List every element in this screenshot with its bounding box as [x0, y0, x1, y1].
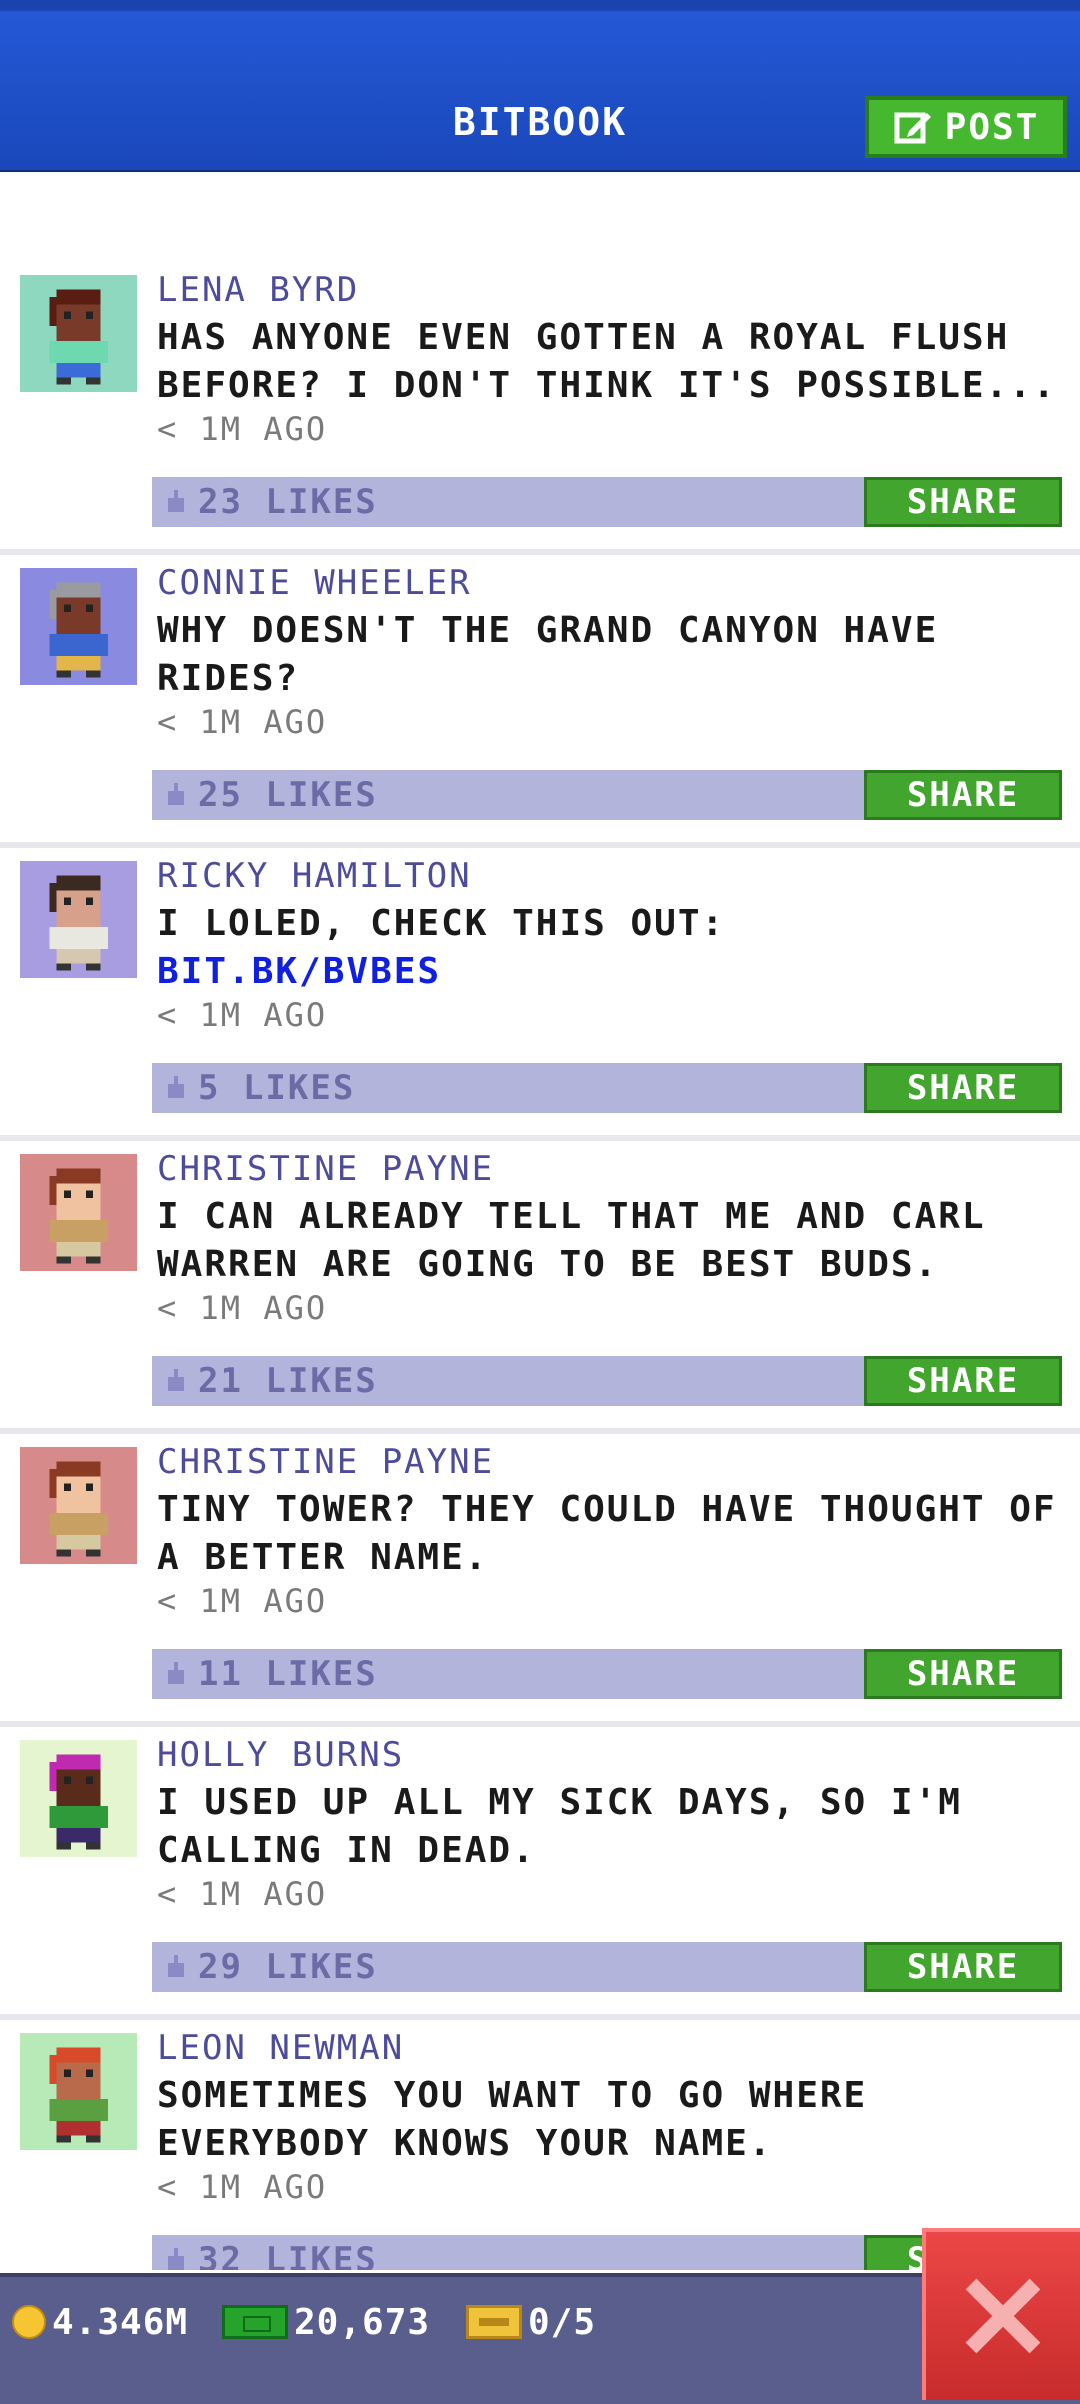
post-time: < 1M AGO	[157, 1289, 328, 1327]
likes-bar: 29 LIKES SHARE	[152, 1942, 1062, 1992]
likes-bar: 11 LIKES SHARE	[152, 1649, 1062, 1699]
thumbs-up-icon	[168, 490, 184, 512]
avatar[interactable]	[20, 1740, 137, 1857]
bux-stat: 20,673	[222, 2277, 430, 2367]
share-button[interactable]: SHARE	[864, 1063, 1062, 1113]
post-text: WHY DOESN'T THE GRAND CANYON HAVE RIDES?	[157, 610, 939, 699]
share-button[interactable]: SHARE	[864, 1942, 1062, 1992]
likes-label: 11 LIKES	[198, 1654, 378, 1694]
status-bar: 4.346M 20,673 0/5	[0, 2273, 1080, 2404]
thumbs-up-icon	[168, 2248, 184, 2270]
share-button[interactable]: SHARE	[864, 770, 1062, 820]
post-message: HAS ANYONE EVEN GOTTEN A ROYAL FLUSH BEF…	[157, 314, 1057, 410]
person-avatar-icon	[20, 1447, 137, 1564]
coin-icon	[12, 2305, 46, 2339]
thumbs-up-icon	[168, 1955, 184, 1977]
post-text: HAS ANYONE EVEN GOTTEN A ROYAL FLUSH BEF…	[157, 317, 1057, 406]
post-message: SOMETIMES YOU WANT TO GO WHERE EVERYBODY…	[157, 2072, 1057, 2168]
thumbs-up-icon	[168, 1369, 184, 1391]
poster-name[interactable]: CHRISTINE PAYNE	[157, 1442, 494, 1482]
likes-label: 32 LIKES	[198, 2240, 378, 2270]
post-divider	[0, 1721, 1080, 1727]
avatar[interactable]	[20, 568, 137, 685]
tickets-stat: 0/5	[466, 2277, 596, 2367]
post-time: < 1M AGO	[157, 410, 328, 448]
ticket-icon	[466, 2305, 522, 2339]
likes-count[interactable]: 29 LIKES	[164, 1942, 378, 1992]
avatar[interactable]	[20, 275, 137, 392]
post-message: I LOLED, CHECK THIS OUT: BIT.BK/BVBES	[157, 900, 1057, 996]
avatar[interactable]	[20, 1154, 137, 1271]
cash-icon	[222, 2305, 288, 2339]
post-time: < 1M AGO	[157, 703, 328, 741]
post-divider	[0, 2014, 1080, 2020]
poster-name[interactable]: CONNIE WHEELER	[157, 563, 472, 603]
post-divider	[0, 842, 1080, 848]
post-message: WHY DOESN'T THE GRAND CANYON HAVE RIDES?	[157, 607, 1057, 703]
likes-bar: 23 LIKES SHARE	[152, 477, 1062, 527]
post-divider	[0, 1135, 1080, 1141]
post-message: I CAN ALREADY TELL THAT ME AND CARL WARR…	[157, 1193, 1057, 1289]
likes-count[interactable]: 32 LIKES	[164, 2235, 378, 2270]
person-avatar-icon	[20, 861, 137, 978]
edit-icon	[894, 112, 931, 144]
avatar[interactable]	[20, 1447, 137, 1564]
share-button[interactable]: SHARE	[864, 1356, 1062, 1406]
thumbs-up-icon	[168, 783, 184, 805]
avatar[interactable]	[20, 861, 137, 978]
post-text: I USED UP ALL MY SICK DAYS, SO I'M CALLI…	[157, 1782, 962, 1871]
coins-value: 4.346M	[52, 2301, 189, 2343]
likes-count[interactable]: 11 LIKES	[164, 1649, 378, 1699]
person-avatar-icon	[20, 568, 137, 685]
likes-count[interactable]: 23 LIKES	[164, 477, 378, 527]
post-time: < 1M AGO	[157, 1875, 328, 1913]
post-text: TINY TOWER? THEY COULD HAVE THOUGHT OF A…	[157, 1489, 1057, 1578]
post-divider	[0, 549, 1080, 555]
post-text: I CAN ALREADY TELL THAT ME AND CARL WARR…	[157, 1196, 986, 1285]
poster-name[interactable]: CHRISTINE PAYNE	[157, 1149, 494, 1189]
thumbs-up-icon	[168, 1662, 184, 1684]
poster-name[interactable]: LEON NEWMAN	[157, 2028, 404, 2068]
likes-bar: 21 LIKES SHARE	[152, 1356, 1062, 1406]
post-message: I USED UP ALL MY SICK DAYS, SO I'M CALLI…	[157, 1779, 1057, 1875]
post-time: < 1M AGO	[157, 996, 328, 1034]
likes-label: 29 LIKES	[198, 1947, 378, 1987]
person-avatar-icon	[20, 1740, 137, 1857]
post-message: TINY TOWER? THEY COULD HAVE THOUGHT OF A…	[157, 1486, 1057, 1582]
person-avatar-icon	[20, 1154, 137, 1271]
post-time: < 1M AGO	[157, 1582, 328, 1620]
likes-label: 21 LIKES	[198, 1361, 378, 1401]
likes-count[interactable]: 25 LIKES	[164, 770, 378, 820]
likes-label: 25 LIKES	[198, 775, 378, 815]
likes-label: 23 LIKES	[198, 482, 378, 522]
bux-value: 20,673	[294, 2301, 431, 2343]
tickets-value: 0/5	[528, 2301, 597, 2343]
likes-count[interactable]: 21 LIKES	[164, 1356, 378, 1406]
coins-stat: 4.346M	[12, 2277, 188, 2367]
person-avatar-icon	[20, 2033, 137, 2150]
share-button[interactable]: SHARE	[864, 477, 1062, 527]
post-button[interactable]: POST	[865, 96, 1067, 158]
post-link[interactable]: BIT.BK/BVBES	[157, 951, 441, 992]
poster-name[interactable]: HOLLY BURNS	[157, 1735, 404, 1775]
post-divider	[0, 1428, 1080, 1434]
share-button[interactable]: SHARE	[864, 1649, 1062, 1699]
post-time: < 1M AGO	[157, 2168, 328, 2206]
avatar[interactable]	[20, 2033, 137, 2150]
likes-label: 5 LIKES	[198, 1068, 356, 1108]
post-label: POST	[944, 106, 1040, 148]
likes-count[interactable]: 5 LIKES	[164, 1063, 355, 1113]
likes-bar: 25 LIKES SHARE	[152, 770, 1062, 820]
likes-bar: 5 LIKES SHARE	[152, 1063, 1062, 1113]
feed-list[interactable]: LENA BYRD HAS ANYONE EVEN GOTTEN A ROYAL…	[0, 170, 1080, 2270]
thumbs-up-icon	[168, 1076, 184, 1098]
post-text: I LOLED, CHECK THIS OUT:	[157, 903, 726, 944]
post-text: SOMETIMES YOU WANT TO GO WHERE EVERYBODY…	[157, 2075, 868, 2164]
person-avatar-icon	[20, 275, 137, 392]
app-header: BITBOOK POST	[0, 0, 1080, 172]
poster-name[interactable]: LENA BYRD	[157, 270, 359, 310]
poster-name[interactable]: RICKY HAMILTON	[157, 856, 472, 896]
close-icon	[965, 2278, 1041, 2354]
close-button[interactable]	[922, 2228, 1080, 2400]
